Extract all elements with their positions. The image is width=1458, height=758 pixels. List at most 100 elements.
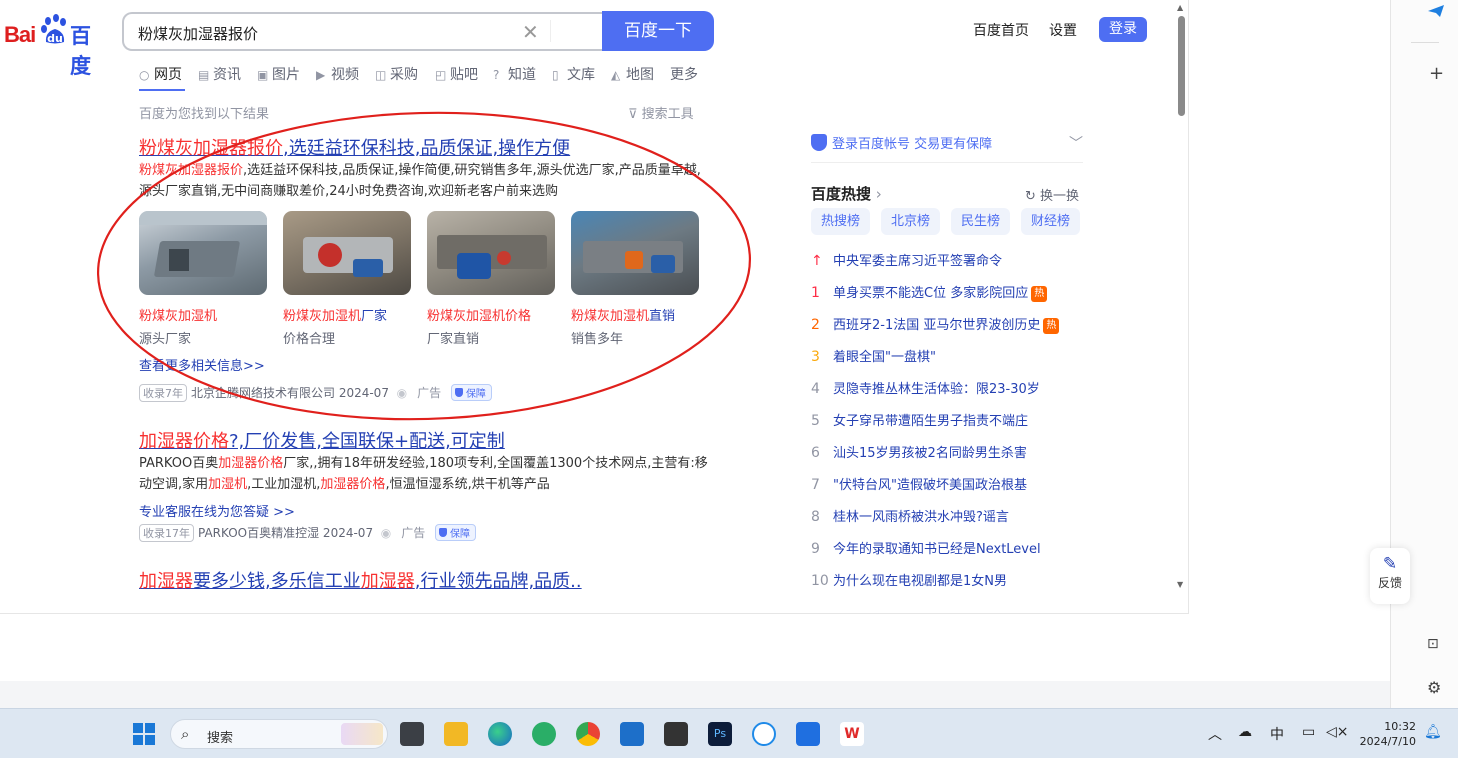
svg-text:du: du: [47, 32, 63, 45]
search-box[interactable]: 粉煤灰加湿器报价 ✕: [122, 12, 604, 51]
chrome-icon[interactable]: [576, 722, 600, 746]
tab-label: 文库: [567, 67, 595, 83]
hot-rank: 3: [811, 349, 820, 365]
search-highlight-image: [341, 723, 383, 745]
hot-item[interactable]: 2 西班牙2-1法国 亚马尔世界波创历史热: [811, 314, 1060, 334]
tab-images[interactable]: ▣ 图片: [257, 64, 300, 84]
sidebar-divider: [1411, 42, 1439, 43]
search-button[interactable]: 百度一下: [602, 11, 714, 51]
login-button[interactable]: 登录: [1099, 17, 1147, 42]
chevron-up-icon[interactable]: ︿: [1208, 724, 1222, 744]
pill-minsheng[interactable]: 民生榜: [951, 208, 1011, 235]
tab-tieba[interactable]: ◰ 贴吧: [435, 64, 478, 84]
hot-item-text: 为什么现在电视剧都是1女N男: [833, 574, 1007, 589]
tab-label: 更多: [670, 67, 698, 83]
store-icon[interactable]: [620, 722, 644, 746]
hot-item[interactable]: ↑ 中央军委主席习近平签署命令: [811, 250, 1002, 269]
photoshop-icon[interactable]: Ps: [708, 722, 732, 746]
tab-label: 资讯: [213, 67, 241, 83]
wps-icon[interactable]: W: [840, 722, 864, 746]
hot-item[interactable]: 5 女子穿吊带遭陌生男子指责不端庄: [811, 410, 1028, 429]
hot-item[interactable]: 3 着眼全国"一盘棋": [811, 346, 936, 365]
title-text: 要多少钱,多乐信工业: [193, 571, 361, 592]
file-explorer-icon[interactable]: [444, 722, 468, 746]
hot-search-title[interactable]: 百度热搜 ›: [811, 183, 882, 204]
send-icon[interactable]: [1427, 4, 1445, 18]
protect-badge[interactable]: 保障: [435, 524, 477, 541]
result-title[interactable]: 加湿器要多少钱,多乐信工业加湿器,行业领先品牌,品质..: [139, 567, 582, 593]
hot-item-text: 桂林一风雨桥被洪水冲毁?谣言: [833, 510, 1009, 525]
vertical-scrollbar[interactable]: ▲ ▼: [1174, 0, 1188, 593]
feedback-button[interactable]: ✎ 反馈: [1370, 548, 1410, 604]
task-view-icon[interactable]: [400, 722, 424, 746]
hot-item-text: 灵隐寺推丛林生活体验：限23-30岁: [833, 382, 1040, 397]
hot-item[interactable]: 9 今年的录取通知书已经是NextLevel: [811, 538, 1041, 557]
result-source: 收录17年 PARKOO百奥精准控湿 2024-07 ◉ 广告 保障: [139, 524, 477, 542]
hot-item-text: 单身买票不能选C位 多家影院回应: [833, 286, 1029, 301]
tab-purchase[interactable]: ◫ 采购: [375, 64, 418, 84]
scrollbar-thumb[interactable]: [1178, 16, 1185, 116]
baidu-home-link[interactable]: 百度首页: [973, 20, 1029, 40]
page-shade: [0, 681, 1390, 708]
add-icon[interactable]: +: [1429, 63, 1444, 84]
clear-icon[interactable]: ✕: [522, 20, 539, 44]
upload-app-icon[interactable]: [796, 722, 820, 746]
display-icon[interactable]: ▭: [1302, 724, 1315, 740]
chevron-down-icon[interactable]: ﹀: [1069, 133, 1083, 153]
info-dot-icon[interactable]: ◉: [377, 526, 391, 540]
hot-rank: 9: [811, 541, 820, 557]
refresh-button[interactable]: ↻ 换一换: [1025, 185, 1079, 204]
refresh-icon: ↻: [1025, 189, 1041, 204]
tab-map[interactable]: ◭ 地图: [611, 64, 654, 84]
ime-indicator[interactable]: 中: [1270, 724, 1284, 744]
clock-time: 10:32: [1384, 720, 1416, 733]
tab-more[interactable]: 更多: [670, 64, 698, 84]
pin-top-icon: ↑: [811, 253, 823, 269]
search-input[interactable]: 粉煤灰加湿器报价: [138, 23, 258, 44]
hot-item-text: 今年的录取通知书已经是NextLevel: [833, 542, 1041, 557]
tab-wenku[interactable]: ▯ 文库: [552, 64, 595, 84]
hot-item-text: 着眼全国"一盘棋": [833, 350, 936, 365]
support-link[interactable]: 专业客服在线为您答疑 >>: [139, 501, 295, 520]
hot-item[interactable]: 1 单身买票不能选C位 多家影院回应热: [811, 282, 1048, 302]
hot-item[interactable]: 8 桂林一风雨桥被洪水冲毁?谣言: [811, 506, 1009, 525]
account-banner[interactable]: 登录百度帐号 交易更有保障 ﹀: [811, 133, 1083, 163]
wechat-icon[interactable]: [532, 722, 556, 746]
settings-link[interactable]: 设置: [1049, 20, 1077, 40]
scroll-up-icon[interactable]: ▲: [1177, 3, 1183, 12]
hot-item[interactable]: 4 灵隐寺推丛林生活体验：限23-30岁: [811, 378, 1040, 397]
gear-icon[interactable]: ⚙: [1427, 678, 1441, 697]
network-icon[interactable]: ☁: [1238, 724, 1252, 740]
ad-label: 广告: [401, 526, 426, 540]
hot-item[interactable]: 10 为什么现在电视剧都是1女N男: [811, 570, 1007, 589]
news-icon: ▤: [198, 68, 210, 82]
abstract-text: 厂家,,拥有18年研发经验,180项专利,全国覆盖1300个技术网点,主营有:移: [283, 456, 708, 471]
map-icon: ◭: [611, 68, 621, 82]
screenshot-icon[interactable]: ⊡: [1427, 636, 1439, 652]
hot-item[interactable]: 7 "伏特台风"造假破坏美国政治根基: [811, 474, 1027, 493]
scroll-down-icon[interactable]: ▼: [1177, 580, 1183, 589]
tab-video[interactable]: ▶ 视频: [316, 64, 359, 84]
result-title[interactable]: 加湿器价格?,厂价发售,全国联保+配送,可定制: [139, 427, 505, 453]
browser-alt-icon[interactable]: [752, 722, 776, 746]
hot-rank: 1: [811, 285, 820, 301]
pill-hot[interactable]: 热搜榜: [811, 208, 871, 235]
notification-icon[interactable]: 🔔︎: [1424, 724, 1442, 740]
baidu-logo[interactable]: Bai du 百度: [4, 14, 108, 78]
tab-web[interactable]: ○ 网页: [139, 64, 182, 84]
hot-rank: 4: [811, 381, 820, 397]
pill-finance[interactable]: 财经榜: [1021, 208, 1081, 235]
tab-zhidao[interactable]: ? 知道: [493, 64, 536, 84]
pill-beijing[interactable]: 北京榜: [881, 208, 941, 235]
edge-icon[interactable]: [488, 722, 512, 746]
notes-icon[interactable]: [664, 722, 688, 746]
hot-item[interactable]: 6 汕头15岁男孩被2名同龄男生杀害: [811, 442, 1027, 461]
windows-start-icon[interactable]: [133, 723, 155, 745]
source-company[interactable]: PARKOO百奥精准控湿 2024-07: [198, 526, 373, 540]
hot-item-text: 中央军委主席习近平签署命令: [833, 254, 1003, 269]
taskbar-search[interactable]: ⌕ 搜索: [170, 719, 388, 749]
hot-tag: 热: [1043, 318, 1060, 334]
volume-muted-icon[interactable]: ◁×: [1326, 724, 1349, 740]
tab-news[interactable]: ▤ 资讯: [198, 64, 241, 84]
system-clock[interactable]: 10:32 2024/7/10: [1358, 719, 1416, 749]
